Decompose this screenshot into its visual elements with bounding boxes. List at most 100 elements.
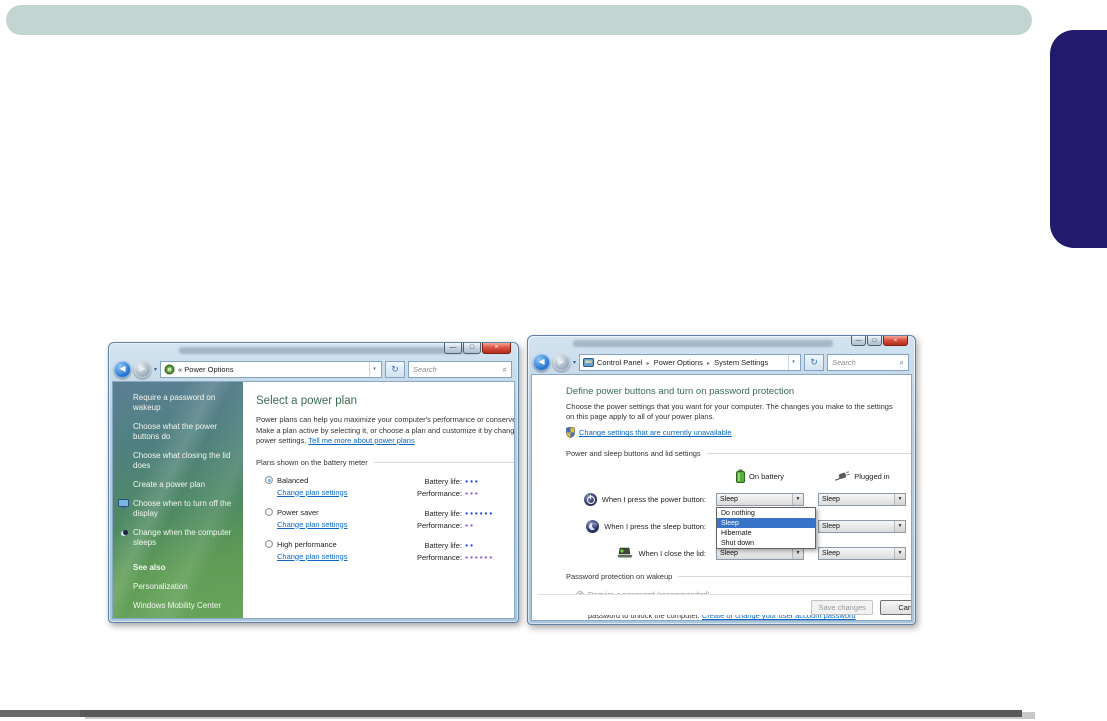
select-value: Sleep	[822, 522, 840, 530]
power-button-plugged-in-select[interactable]: Sleep ▼	[818, 492, 906, 506]
on-battery-header: On battery	[716, 469, 804, 484]
minimize-button[interactable]: —	[851, 336, 866, 346]
refresh-icon[interactable]: ↻	[804, 354, 824, 371]
dropdown-option-hibernate[interactable]: Hibernate	[717, 528, 815, 538]
plugged-in-label: Plugged in	[854, 471, 890, 481]
lid-icon	[617, 547, 633, 558]
power-settings-grid: On battery Plugged in When I press the p…	[566, 467, 911, 561]
address-field[interactable]: « Power Options ▾	[160, 361, 382, 378]
cancel-button[interactable]: Cancel	[880, 600, 911, 615]
address-field[interactable]: Control Panel ▸ Power Options ▸ System S…	[579, 354, 801, 371]
power-button-on-battery-select[interactable]: Sleep ▼	[716, 492, 804, 506]
sidebar-item-power-buttons[interactable]: Choose what the power buttons do	[133, 422, 238, 442]
breadcrumb-separator: ▸	[706, 361, 710, 367]
power-options-icon	[164, 364, 175, 375]
chevron-down-icon[interactable]: ▼	[894, 520, 905, 532]
change-plan-settings-link[interactable]: Change plan settings	[277, 520, 408, 529]
breadcrumb-system-settings[interactable]: System Settings	[714, 358, 768, 367]
setting-label: When I close the lid:	[638, 548, 706, 558]
plan-row-power-saver: Power saver Change plan settings Battery…	[256, 508, 514, 532]
dropdown-option-shut-down[interactable]: Shut down	[717, 538, 815, 548]
sidebar-item-require-password[interactable]: Require a password on wakeup	[133, 393, 238, 413]
chevron-down-icon[interactable]: ▼	[894, 547, 905, 559]
select-value: Sleep	[822, 495, 840, 503]
radio-high-performance[interactable]	[265, 540, 273, 548]
performance-label: Performance:	[416, 488, 462, 498]
save-changes-button[interactable]: Save changes	[811, 600, 873, 615]
sidebar-item-label: Choose when to turn off the display	[133, 499, 232, 518]
performance-dots: ●●●●●●	[465, 554, 494, 561]
title-bar[interactable]: — □ ×	[109, 343, 518, 358]
search-icon[interactable]: ⌕	[900, 358, 904, 368]
maximize-button[interactable]: □	[867, 336, 882, 346]
breadcrumb-control-panel[interactable]: Control Panel	[597, 358, 642, 367]
page-footer-bar	[0, 710, 1022, 717]
battery-icon	[735, 469, 745, 484]
section-label: Power and sleep buttons and lid settings	[566, 449, 701, 459]
search-input[interactable]: Search ⌕	[827, 354, 909, 371]
battery-dots: ●●●●●●	[465, 510, 494, 517]
search-input[interactable]: Search ⌕	[408, 361, 512, 378]
manual-page: { "colors": { "header_bar": "#c3d5d2", "…	[0, 0, 1107, 721]
sidebar-item-label: Change when the computer sleeps	[133, 528, 232, 547]
change-plan-settings-link[interactable]: Change plan settings	[277, 552, 408, 561]
column-headers: On battery Plugged in	[566, 467, 911, 485]
close-lid-plugged-in-select[interactable]: Sleep ▼	[818, 546, 906, 560]
chevron-down-icon[interactable]: ▼	[792, 547, 803, 559]
search-placeholder: Search	[832, 358, 856, 367]
title-bar-blurred-text	[573, 340, 833, 347]
search-icon[interactable]: ⌕	[503, 365, 507, 375]
change-unavailable-settings-link[interactable]: Change settings that are currently unava…	[579, 428, 732, 437]
system-settings-window: — □ × ◀ ▶ ▾ Control Panel ▸ Power Option…	[527, 335, 916, 625]
address-dropdown-icon[interactable]: ▾	[788, 355, 798, 370]
breadcrumb[interactable]: Control Panel ▸ Power Options ▸ System S…	[597, 358, 785, 367]
tasks-sidebar: Require a password on wakeup Choose what…	[113, 382, 243, 618]
dropdown-option-sleep[interactable]: Sleep	[717, 518, 815, 529]
close-button[interactable]: ×	[883, 336, 908, 346]
section-rule	[706, 453, 911, 455]
chevron-down-icon[interactable]: ▼	[792, 493, 803, 505]
display-icon	[118, 499, 129, 510]
address-dropdown-icon[interactable]: ▾	[369, 362, 379, 377]
page-title: Select a power plan	[256, 395, 358, 407]
chevron-down-icon[interactable]: ▼	[894, 493, 905, 505]
sidebar-item-create-plan[interactable]: Create a power plan	[133, 480, 238, 490]
minimize-button[interactable]: —	[444, 343, 462, 354]
sidebar-item-turn-off-display[interactable]: Choose when to turn off the display	[118, 499, 238, 519]
forward-icon[interactable]: ▶	[553, 354, 570, 371]
dropdown-option-do-nothing[interactable]: Do nothing	[717, 508, 815, 518]
sleep-button-icon	[586, 519, 600, 533]
window-controls: — □ ×	[851, 336, 908, 346]
back-icon[interactable]: ◀	[114, 361, 131, 378]
radio-power-saver[interactable]	[265, 508, 273, 516]
plan-name: Balanced	[277, 475, 309, 485]
sidebar-item-mobility-center[interactable]: Windows Mobility Center	[133, 601, 238, 611]
sidebar-item-closing-lid[interactable]: Choose what closing the lid does	[133, 451, 238, 471]
change-plan-settings-link[interactable]: Change plan settings	[277, 488, 408, 497]
setting-label: When I press the power button:	[601, 494, 706, 504]
power-options-window: — □ × ◀ ▶ ▾ « Power Options ▾ ↻ Search ⌕…	[108, 342, 519, 623]
section-rule	[373, 461, 514, 463]
sidebar-item-personalization[interactable]: Personalization	[133, 582, 238, 592]
radio-balanced[interactable]	[265, 476, 273, 484]
breadcrumb[interactable]: « Power Options	[178, 365, 366, 374]
back-icon[interactable]: ◀	[533, 354, 550, 371]
plan-row-high-performance: High performance Change plan settings Ba…	[256, 540, 514, 564]
setting-row-power-button: When I press the power button: Sleep ▼ S…	[566, 491, 911, 507]
history-chevron-icon[interactable]: ▾	[573, 359, 576, 366]
sleep-button-plugged-in-select[interactable]: Sleep ▼	[818, 519, 906, 533]
sidebar-item-computer-sleeps[interactable]: Change when the computer sleeps	[133, 528, 238, 548]
history-chevron-icon[interactable]: ▾	[154, 366, 157, 373]
window-body: Define power buttons and turn on passwor…	[531, 374, 912, 621]
tell-me-more-link[interactable]: Tell me more about power plans	[308, 436, 414, 445]
maximize-button[interactable]: □	[463, 343, 481, 354]
refresh-icon[interactable]: ↻	[385, 361, 405, 378]
breadcrumb-power-options[interactable]: Power Options	[654, 358, 703, 367]
close-button[interactable]: ×	[482, 343, 511, 354]
battery-life-label: Battery life:	[424, 476, 462, 486]
performance-dots: ●●●	[465, 490, 480, 497]
plan-left: Power saver Change plan settings	[256, 508, 408, 532]
plan-row-balanced: Balanced Change plan settings Battery li…	[256, 475, 514, 500]
title-bar[interactable]: — □ ×	[528, 336, 915, 351]
forward-icon[interactable]: ▶	[134, 361, 151, 378]
